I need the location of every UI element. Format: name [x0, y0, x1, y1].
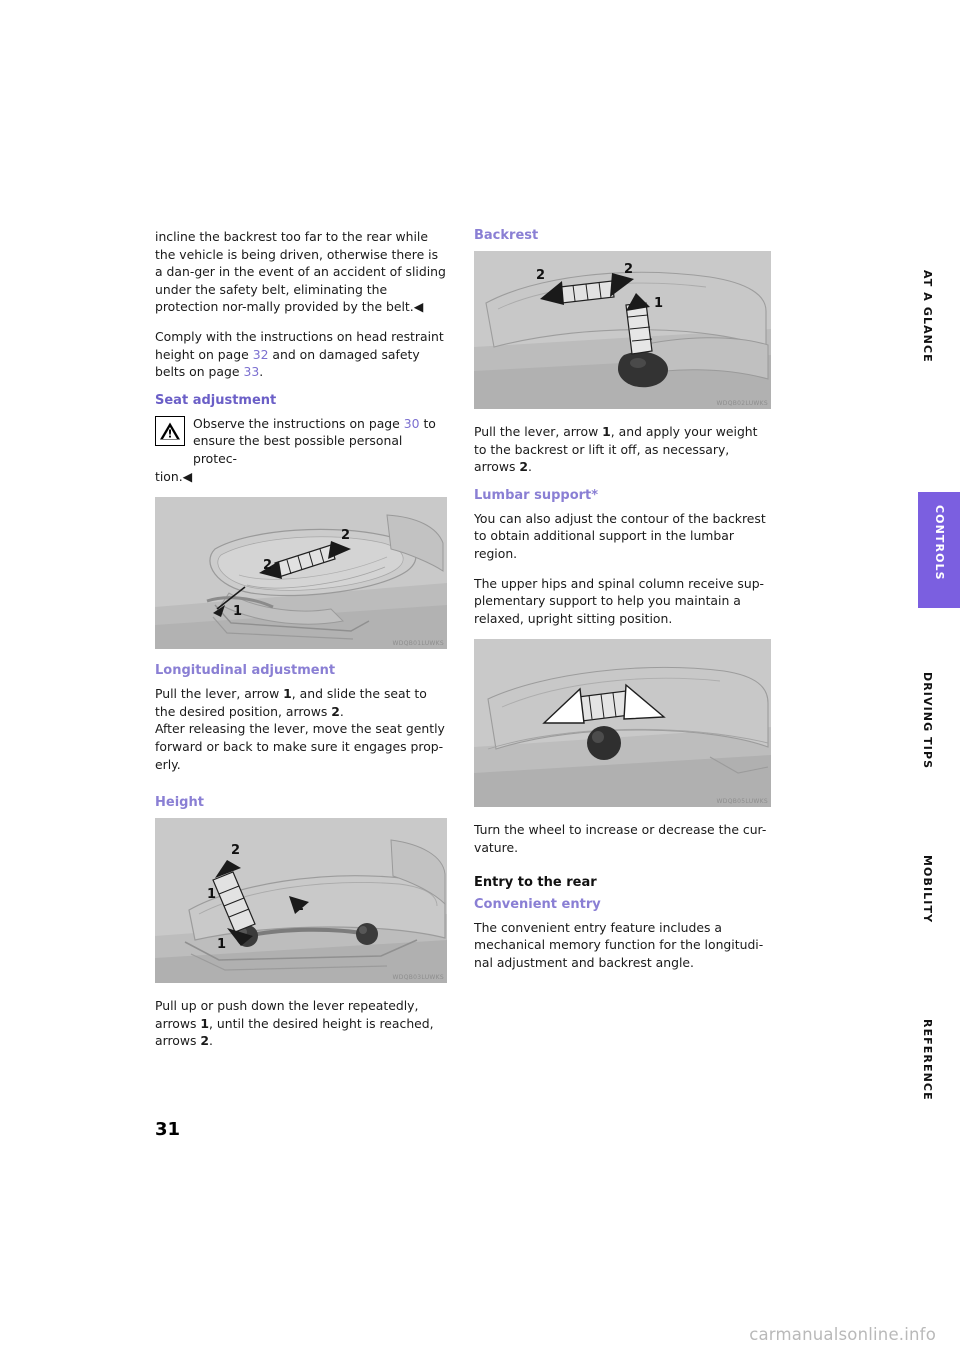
tab-driving-tips[interactable]: DRIVING TIPS — [921, 672, 934, 769]
illustration-seat-height: 2 1 1 2 — [155, 818, 447, 984]
heading-convenient-entry: Convenient entry — [474, 896, 601, 912]
paragraph-backrest: Pull the lever, arrow 1, and apply your … — [474, 423, 771, 476]
watermark-text: carmanualsonline.info — [749, 1325, 936, 1344]
height-text-e: . — [209, 1033, 213, 1049]
paragraph-lumbar-1: You can also adjust the contour of the b… — [474, 510, 766, 561]
longitudinal-text-a: Pull the lever, arrow — [155, 686, 284, 702]
svg-text:1: 1 — [233, 604, 242, 619]
warning-tail-text: tion.◀ — [155, 468, 193, 484]
paragraph-convenient-entry: The convenient entry feature includes a … — [474, 919, 764, 970]
backrest-arrow-2: 2 — [519, 459, 529, 475]
warning-block-seat-adjustment: ! Observe the instructions on page 30 to… — [155, 415, 447, 468]
heading-entry-to-the-rear: Entry to the rear — [474, 874, 597, 890]
longitudinal-text-e: . — [339, 703, 344, 719]
figure-code-lumbar: WDQB05LUWKS — [716, 798, 768, 806]
heading-backrest: Backrest — [474, 228, 539, 243]
longitudinal-arrow-2: 2 — [331, 703, 340, 719]
heading-longitudinal-adjustment: Longitudinal adjustment — [155, 663, 336, 679]
svg-text:2: 2 — [624, 262, 633, 277]
tab-mobility[interactable]: MOBILITY — [921, 855, 934, 923]
comply-text-3: . — [259, 364, 264, 380]
figure-code-seat-longitudinal: WDQB01LUWKS — [392, 639, 444, 648]
svg-text:1: 1 — [207, 887, 216, 902]
heading-height: Height — [155, 795, 204, 811]
paragraph-longitudinal-2: After releasing the lever, move the seat… — [155, 721, 445, 772]
heading-seat-adjustment: Seat adjustment — [155, 392, 277, 408]
illustration-backrest: 1 2 2 — [474, 251, 771, 409]
figure-lumbar-support: WDQB05LUWKS — [474, 639, 771, 808]
figure-code-seat-height: WDQB03LUWKS — [392, 973, 444, 982]
figure-code-backrest: WDQB02LUWKS — [716, 399, 768, 408]
illustration-lumbar-wheel — [474, 639, 771, 808]
figure-backrest-adjustment: 1 2 2 WDQB02LUWKS — [474, 251, 771, 409]
warning-text-1: Observe the instructions on page — [193, 415, 404, 431]
paragraph-lumbar-2: The upper hips and spinal column receive… — [474, 575, 765, 626]
backrest-text-a: Pull the lever, arrow — [474, 424, 603, 439]
svg-text:2: 2 — [536, 268, 545, 283]
illustration-seat-longitudinal: 1 2 2 — [155, 497, 447, 650]
figure-seat-longitudinal-adjustment: 1 2 2 WDQB01LUWKS — [155, 497, 447, 650]
paragraph-longitudinal-1: Pull the lever, arrow 1, and slide the s… — [155, 685, 447, 720]
left-column: incline the backrest too far to the rear… — [155, 228, 447, 1062]
page-link-33[interactable]: 33 — [243, 364, 259, 379]
tab-at-a-glance[interactable]: AT A GLANCE — [921, 270, 934, 363]
section-tab-rail: AT A GLANCE CONTROLS DRIVING TIPS MOBILI… — [860, 0, 960, 1358]
heading-lumbar-support: Lumbar support* — [474, 487, 599, 503]
height-arrow-1: 1 — [200, 1015, 210, 1031]
paragraph-height: Pull up or push down the lever repeatedl… — [155, 997, 447, 1050]
manual-page: incline the backrest too far to the rear… — [0, 0, 960, 1358]
page-number: 31 — [155, 1119, 181, 1140]
backrest-text-e: . — [528, 459, 532, 475]
svg-text:2: 2 — [263, 558, 272, 573]
warning-text: Observe the instructions on page 30 to e… — [193, 415, 447, 468]
page-link-32[interactable]: 32 — [253, 347, 269, 362]
svg-text:2: 2 — [341, 528, 350, 543]
longitudinal-arrow-1: 1 — [283, 686, 292, 702]
svg-text:1: 1 — [217, 937, 226, 952]
warning-exclamation-glyph: ! — [167, 427, 173, 441]
paragraph-comply-instructions: Comply with the instructions on head res… — [155, 328, 447, 381]
tab-reference[interactable]: REFERENCE — [921, 1019, 934, 1101]
page-link-30[interactable]: 30 — [404, 416, 420, 431]
paragraph-incline-backrest: incline the backrest too far to the rear… — [155, 229, 446, 315]
right-column: Backrest 1 2 2 WDQB02LUWKS Pull the leve… — [474, 228, 771, 983]
svg-text:1: 1 — [654, 296, 663, 311]
height-arrow-2: 2 — [200, 1033, 210, 1049]
paragraph-lumbar-3: Turn the wheel to increase or decrease t… — [474, 822, 767, 855]
svg-text:2: 2 — [231, 843, 240, 858]
figure-seat-height-adjustment: 2 1 1 2 WDQB03LUWKS — [155, 818, 447, 984]
warning-triangle-icon: ! — [155, 415, 185, 446]
backrest-arrow-1: 1 — [602, 424, 611, 439]
tab-controls[interactable]: CONTROLS — [933, 505, 946, 581]
